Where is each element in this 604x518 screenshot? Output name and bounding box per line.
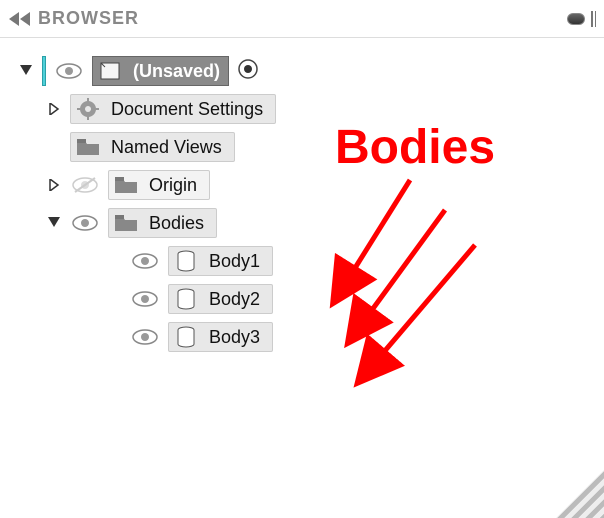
folder-icon bbox=[75, 136, 101, 158]
tree-item-chip[interactable]: Document Settings bbox=[70, 94, 276, 124]
root-component-label: (Unsaved) bbox=[133, 61, 220, 82]
tree-item-document-settings[interactable]: Document Settings bbox=[46, 90, 604, 128]
tree-item-label: Body2 bbox=[209, 289, 260, 310]
caret-right-icon[interactable] bbox=[46, 179, 62, 191]
tree-item-named-views[interactable]: Named Views bbox=[46, 128, 604, 166]
tree-item-bodies[interactable]: Bodies bbox=[46, 204, 604, 242]
browser-panel-header: BROWSER bbox=[0, 0, 604, 38]
tree-item-label: Origin bbox=[149, 175, 197, 196]
caret-right-icon[interactable] bbox=[46, 103, 62, 115]
active-component-radio[interactable] bbox=[237, 58, 259, 85]
folder-icon bbox=[113, 212, 139, 234]
tree-item-label: Bodies bbox=[149, 213, 204, 234]
caret-down-icon[interactable] bbox=[46, 217, 62, 229]
tree-item-body[interactable]: Body3 bbox=[130, 318, 604, 356]
panel-divider-icon[interactable] bbox=[591, 11, 596, 27]
visibility-toggle[interactable] bbox=[130, 287, 160, 311]
tree-item-body[interactable]: Body1 bbox=[130, 242, 604, 280]
tree-item-chip[interactable]: Named Views bbox=[70, 132, 235, 162]
visibility-toggle[interactable] bbox=[54, 59, 84, 83]
tree-item-chip[interactable]: Bodies bbox=[108, 208, 217, 238]
tree-item-chip[interactable]: Body1 bbox=[168, 246, 273, 276]
caret-down-icon[interactable] bbox=[18, 65, 34, 77]
tree-item-label: Named Views bbox=[111, 137, 222, 158]
folder-icon bbox=[113, 174, 139, 196]
rewind-icon[interactable] bbox=[8, 12, 32, 26]
tree-item-label: Body1 bbox=[209, 251, 260, 272]
tree-item-label: Document Settings bbox=[111, 99, 263, 120]
gear-icon bbox=[75, 98, 101, 120]
visibility-toggle[interactable] bbox=[70, 211, 100, 235]
body-icon bbox=[173, 250, 199, 272]
visibility-toggle[interactable] bbox=[130, 249, 160, 273]
tree-root-row[interactable]: (Unsaved) bbox=[18, 52, 604, 90]
body-icon bbox=[173, 288, 199, 310]
tree-item-label: Body3 bbox=[209, 327, 260, 348]
tree-item-chip[interactable]: Origin bbox=[108, 170, 210, 200]
browser-panel-title: BROWSER bbox=[38, 8, 567, 29]
visibility-toggle-hidden[interactable] bbox=[70, 173, 100, 197]
tree-item-chip[interactable]: Body3 bbox=[168, 322, 273, 352]
minimize-pill-icon[interactable] bbox=[567, 13, 585, 25]
tree-item-chip[interactable]: Body2 bbox=[168, 284, 273, 314]
body-icon bbox=[173, 326, 199, 348]
viewport-corner bbox=[524, 438, 604, 518]
browser-tree: (Unsaved) Document Settings bbox=[0, 38, 604, 356]
active-indicator bbox=[42, 56, 46, 86]
visibility-toggle[interactable] bbox=[130, 325, 160, 349]
tree-item-origin[interactable]: Origin bbox=[46, 166, 604, 204]
root-component-chip[interactable]: (Unsaved) bbox=[92, 56, 229, 86]
component-icon bbox=[97, 60, 123, 82]
tree-item-body[interactable]: Body2 bbox=[130, 280, 604, 318]
